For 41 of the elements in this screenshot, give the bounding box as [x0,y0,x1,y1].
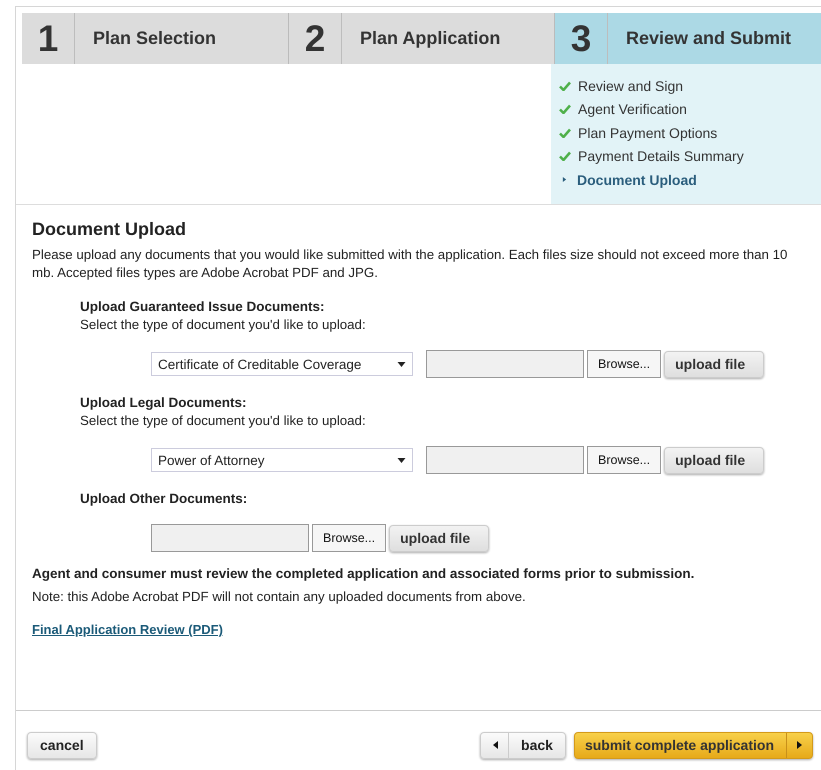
step-tab[interactable]: 3 Review and Submit [555,13,821,64]
substep-item: Payment Details Summary [578,148,744,164]
cancel-button[interactable]: cancel [27,732,97,758]
section-title: Document Upload [32,219,188,240]
group-heading: Upload Legal Documents: [80,394,248,412]
section-description: Please upload any documents that you would like submitted with the application. Each files size should not exceed more than 10 mb. Accepted files types are Adobe Acrobat PDF and JPG. [32,246,788,282]
step-number: 2 [289,13,342,64]
substep-item: Review and Sign [578,78,684,94]
browse-button[interactable]: Browse... [312,524,386,552]
substep-item: Document Upload [577,172,697,188]
review-pdf-link[interactable]: Final Application Review (PDF) [32,622,223,637]
step-number: 1 [22,13,75,64]
group-heading: Upload Guaranteed Issue Documents: [80,298,326,316]
pdf-note: Note: this Adobe Acrobat PDF will not contain any uploaded documents from above. [32,589,527,604]
step-label: Plan Selection [92,28,216,49]
back-button[interactable]: back [480,732,566,758]
upload-file-button[interactable]: upload file [389,524,490,552]
step-tab[interactable]: 2 Plan Application [289,13,555,64]
step-tab[interactable]: 1 Plan Selection [22,13,289,64]
dropdown-icon [397,362,406,366]
caret-left-icon [493,741,498,749]
group-heading: Upload Other Documents: [80,490,248,508]
step-label: Plan Application [359,28,500,49]
group-instruction: Select the type of document you'd like to upload: [80,316,367,334]
upload-file-button[interactable]: upload file [664,350,764,378]
browse-button[interactable]: Browse... [587,446,662,474]
substep-item: Plan Payment Options [578,124,718,141]
review-notice: Agent and consumer must review the completed application and associated forms prior to submission. [32,566,696,581]
file-path-field[interactable] [426,446,584,474]
substep-item: Agent Verification [578,101,687,118]
dropdown-icon [397,458,406,462]
document-type-select[interactable]: Power of Attorney [151,448,413,472]
submit-button[interactable]: submit complete application [574,732,813,758]
browse-button[interactable]: Browse... [587,350,662,378]
upload-file-button[interactable]: upload file [664,446,764,474]
file-path-field[interactable] [151,524,309,552]
step-label: Review and Submit [625,28,792,49]
group-instruction: Select the type of document you'd like to upload: [80,412,367,430]
document-type-select[interactable]: Certificate of Creditable Coverage [151,352,413,376]
file-path-field[interactable] [426,350,584,378]
caret-right-icon [797,741,802,749]
